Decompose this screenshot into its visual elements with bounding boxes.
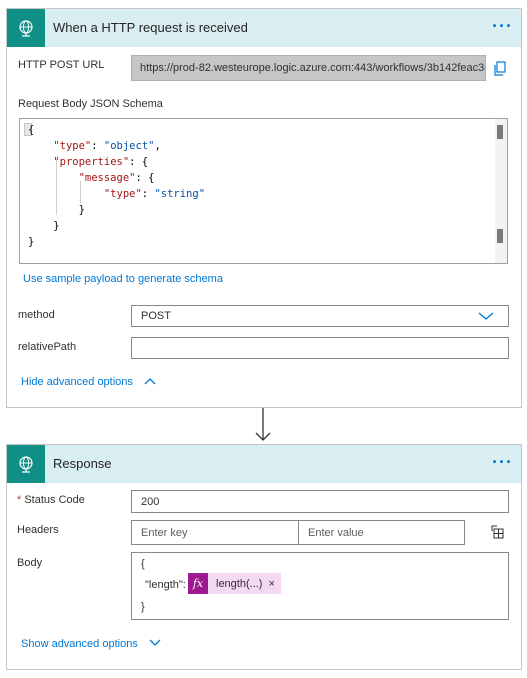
editor-scrollbar-thumb-bottom[interactable] [497, 229, 503, 243]
code-line: "properties": { [53, 156, 149, 168]
editor-scrollbar-thumb-top[interactable] [497, 125, 503, 139]
trigger-title: When a HTTP request is received [53, 20, 248, 35]
method-label: method [18, 309, 55, 321]
method-value: POST [141, 310, 171, 322]
body-close-brace: } [141, 601, 145, 613]
status-code-label: * Status Code [17, 494, 85, 506]
hide-advanced-options-link[interactable]: Hide advanced options [21, 376, 156, 388]
remove-token-button[interactable]: × [268, 578, 280, 590]
code-line: } [28, 204, 85, 216]
arrow-down-icon [254, 408, 272, 444]
request-body-schema-label: Request Body JSON Schema [18, 98, 163, 110]
trigger-card: When a HTTP request is received ··· HTTP… [6, 8, 522, 408]
header-value-input[interactable]: Enter value [298, 520, 465, 545]
status-code-label-text: Status Code [24, 494, 85, 506]
copy-icon[interactable] [493, 61, 507, 77]
json-schema-editor[interactable]: { "type": "object", "properties": { "mes… [19, 118, 508, 264]
trigger-card-header[interactable]: When a HTTP request is received ··· [7, 9, 521, 47]
status-code-value: 200 [141, 496, 160, 508]
response-card: Response ··· * Status Code 200 Headers E… [6, 444, 522, 670]
response-title: Response [53, 456, 112, 471]
required-marker: * [17, 494, 22, 506]
show-advanced-options-label: Show advanced options [21, 638, 138, 650]
body-label: Body [17, 557, 43, 569]
status-code-input[interactable]: 200 [131, 490, 509, 513]
code-line: "type": "object", [53, 140, 161, 152]
method-dropdown[interactable]: POST [131, 305, 509, 327]
code-line: "type": "string" [103, 188, 206, 200]
http-post-url-label: HTTP POST URL [18, 59, 105, 71]
header-key-placeholder: Enter key [141, 527, 188, 539]
code-line: { [28, 124, 35, 136]
show-advanced-options-link[interactable]: Show advanced options [21, 638, 161, 650]
body-editor[interactable]: { "length": fx length(...) × } [131, 552, 509, 620]
more-options-button[interactable]: ··· [492, 9, 513, 47]
function-icon: fx [188, 573, 208, 594]
editor-scrollbar[interactable] [495, 119, 507, 263]
http-post-url-field[interactable]: https://prod-82.westeurope.logic.azure.c… [131, 55, 486, 81]
globe-icon [7, 9, 45, 47]
length-expression-token[interactable]: fx length(...) × [188, 573, 281, 594]
hide-advanced-options-label: Hide advanced options [21, 376, 133, 388]
http-post-url-value: https://prod-82.westeurope.logic.azure.c… [140, 62, 486, 74]
chevron-up-icon [144, 376, 156, 388]
globe-icon [7, 445, 45, 483]
relative-path-input[interactable] [131, 337, 509, 359]
chevron-down-icon [149, 638, 161, 650]
body-open-brace: { [141, 558, 145, 570]
response-card-header[interactable]: Response ··· [7, 445, 521, 483]
header-value-placeholder: Enter value [308, 527, 364, 539]
header-key-input[interactable]: Enter key [131, 520, 299, 545]
relative-path-label: relativePath [18, 341, 77, 353]
code-line: } [28, 220, 60, 232]
body-length-key: "length": [145, 579, 186, 591]
code-line: "message": { [78, 172, 155, 184]
headers-label: Headers [17, 524, 59, 536]
chevron-down-icon[interactable] [478, 311, 494, 324]
more-options-button[interactable]: ··· [492, 445, 513, 483]
token-label: length(...) [216, 577, 263, 590]
switch-to-text-mode-icon[interactable] [491, 525, 505, 539]
use-sample-payload-link[interactable]: Use sample payload to generate schema [23, 273, 223, 285]
code-line: } [28, 236, 35, 248]
